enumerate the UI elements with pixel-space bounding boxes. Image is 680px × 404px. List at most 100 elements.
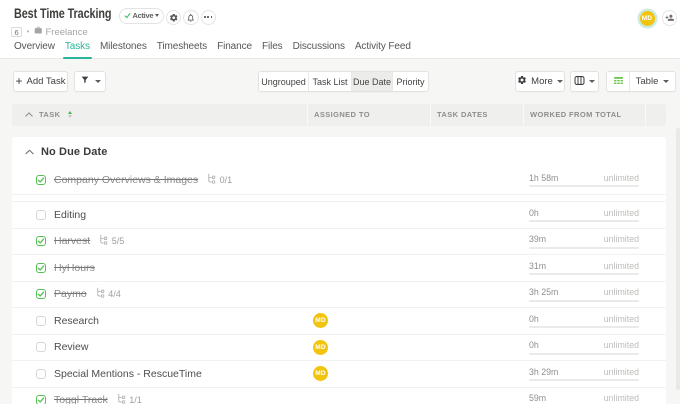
checkbox-checked[interactable] bbox=[36, 263, 46, 273]
columns-button[interactable] bbox=[570, 71, 599, 92]
check-icon bbox=[124, 12, 131, 19]
tab-tasks[interactable]: Tasks bbox=[65, 40, 90, 58]
project-settings-button[interactable] bbox=[166, 10, 182, 26]
task-row[interactable]: Editing0hunlimited bbox=[12, 201, 666, 228]
tab-timesheets[interactable]: Timesheets bbox=[157, 40, 207, 58]
segment-ungrouped[interactable]: Ungrouped bbox=[259, 72, 309, 91]
segment-priority[interactable]: Priority bbox=[393, 72, 428, 91]
subtask-count: 0/1 bbox=[220, 175, 233, 185]
subtask-indicator[interactable]: 1/1 bbox=[116, 391, 142, 404]
task-row[interactable]: Harvest 5/5 39m unlimited bbox=[12, 228, 666, 255]
project-meta: 6 • Freelance bbox=[11, 27, 88, 38]
subtask-tree-icon bbox=[98, 232, 109, 250]
checkbox-checked[interactable] bbox=[36, 175, 46, 185]
more-label: More bbox=[531, 76, 553, 87]
checkbox-checked[interactable] bbox=[36, 236, 46, 246]
task-name[interactable]: Harvest bbox=[54, 235, 90, 247]
worked-from-total-cell: 59munlimited bbox=[524, 393, 646, 404]
sort-ascending-icon bbox=[68, 111, 72, 118]
tab-activity-feed[interactable]: Activity Feed bbox=[355, 40, 411, 58]
project-status-dropdown[interactable]: Active bbox=[119, 8, 164, 24]
tab-milestones[interactable]: Milestones bbox=[100, 40, 147, 58]
column-header-worked-from-total[interactable]: WORKED FROM TOTAL bbox=[524, 104, 646, 126]
column-label: TASK DATES bbox=[437, 110, 488, 119]
checkbox-unchecked[interactable] bbox=[36, 342, 46, 352]
chevron-down-icon bbox=[589, 80, 595, 83]
tab-finance[interactable]: Finance bbox=[217, 40, 252, 58]
table-view-dropdown[interactable]: Table bbox=[630, 72, 675, 91]
worked-from-total-cell: 31munlimited bbox=[524, 261, 646, 276]
task-name[interactable]: Research bbox=[54, 315, 99, 327]
worked-time: 0h bbox=[529, 208, 539, 218]
task-row[interactable]: ResearchMD0hunlimited bbox=[12, 307, 666, 334]
column-header-task-dates[interactable]: TASK DATES bbox=[431, 104, 524, 126]
client-link[interactable]: Freelance bbox=[34, 26, 88, 38]
task-name[interactable]: Paymo bbox=[54, 288, 87, 300]
chevron-down-icon bbox=[95, 80, 101, 83]
subtask-count: 1/1 bbox=[129, 395, 142, 404]
group-header-no-due-date[interactable]: No Due Date bbox=[12, 137, 666, 166]
assignee-avatar[interactable]: MD bbox=[313, 313, 328, 328]
filter-button[interactable] bbox=[74, 71, 106, 92]
time-progress-track bbox=[529, 300, 639, 302]
chevron-up-icon[interactable] bbox=[25, 149, 34, 155]
task-name[interactable]: Special Mentions - RescueTime bbox=[54, 368, 202, 380]
checkbox-unchecked[interactable] bbox=[36, 369, 46, 379]
column-header-task[interactable]: TASK bbox=[12, 104, 308, 126]
task-name[interactable]: HyHours bbox=[54, 262, 95, 274]
segment-due-date[interactable]: Due Date bbox=[352, 72, 393, 91]
task-row[interactable]: ReviewMD0hunlimited bbox=[12, 334, 666, 361]
add-task-button[interactable]: + Add Task bbox=[13, 71, 68, 92]
bell-icon bbox=[186, 13, 196, 23]
task-row[interactable]: Special Mentions - RescueTimeMD3h 29munl… bbox=[12, 360, 666, 387]
task-row[interactable]: HyHours 31munlimited bbox=[12, 254, 666, 281]
column-label: ASSIGNED TO bbox=[314, 110, 370, 119]
vertical-scrollbar[interactable] bbox=[676, 128, 680, 390]
task-name[interactable]: Editing bbox=[54, 209, 86, 221]
worked-time: 39m bbox=[529, 234, 546, 244]
checkbox-checked[interactable] bbox=[36, 395, 46, 404]
add-person-button[interactable] bbox=[662, 10, 678, 26]
tab-overview[interactable]: Overview bbox=[14, 40, 55, 58]
task-name[interactable]: Toggl Track bbox=[54, 394, 108, 404]
time-progress-track bbox=[529, 220, 639, 222]
task-row[interactable]: Toggl Track 1/1 59munlimited bbox=[12, 387, 666, 404]
column-header-assigned-to[interactable]: ASSIGNED TO bbox=[308, 104, 431, 126]
task-list-card: No Due Date Company Overviews & Images 0/… bbox=[12, 137, 666, 404]
table-view-icon-button[interactable] bbox=[607, 72, 630, 91]
time-progress-track bbox=[529, 185, 639, 187]
task-cell: Toggl Track 1/1 bbox=[12, 391, 308, 404]
project-header: Best Time Tracking Active 6 • Freelance … bbox=[0, 0, 680, 59]
task-cell: Harvest 5/5 bbox=[12, 232, 308, 250]
checkbox-unchecked[interactable] bbox=[36, 210, 46, 220]
notifications-button[interactable] bbox=[183, 10, 199, 26]
task-row[interactable]: Company Overviews & Images0/11h 58munlim… bbox=[12, 166, 666, 194]
column-label: WORKED FROM TOTAL bbox=[530, 110, 622, 119]
collapse-all-icon[interactable] bbox=[25, 112, 33, 117]
subtask-tree-icon bbox=[206, 171, 217, 189]
checkbox-unchecked[interactable] bbox=[36, 316, 46, 326]
task-name[interactable]: Company Overviews & Images bbox=[54, 174, 198, 186]
worked-time: 1h 58m bbox=[529, 173, 558, 183]
project-page: Best Time Tracking Active 6 • Freelance … bbox=[0, 0, 680, 404]
project-more-button[interactable] bbox=[201, 10, 217, 26]
task-row[interactable]: Paymo4/43h 25munlimited bbox=[12, 281, 666, 308]
worked-total: unlimited bbox=[604, 234, 639, 244]
project-tabs: Overview Tasks Milestones Timesheets Finance… bbox=[14, 40, 411, 59]
subtask-indicator[interactable]: 5/5 bbox=[98, 232, 124, 250]
task-name[interactable]: Review bbox=[54, 341, 88, 353]
tab-files[interactable]: Files bbox=[262, 40, 283, 58]
worked-time: 59m bbox=[529, 393, 546, 403]
checkbox-checked[interactable] bbox=[36, 289, 46, 299]
worked-from-total-cell: 39m unlimited bbox=[524, 234, 646, 249]
assignee-avatar[interactable]: MD bbox=[313, 366, 328, 381]
segment-task-list[interactable]: Task List bbox=[309, 72, 352, 91]
subtask-indicator[interactable]: 4/4 bbox=[95, 285, 121, 303]
more-button[interactable]: More bbox=[515, 71, 565, 92]
user-avatar[interactable]: MD bbox=[640, 11, 655, 26]
group-by-segmented-control: UngroupedTask ListDue DatePriority bbox=[258, 71, 429, 92]
task-cell: Review bbox=[12, 341, 308, 353]
tab-discussions[interactable]: Discussions bbox=[293, 40, 345, 58]
assignee-avatar[interactable]: MD bbox=[313, 340, 328, 355]
subtask-indicator[interactable]: 0/1 bbox=[206, 171, 232, 189]
